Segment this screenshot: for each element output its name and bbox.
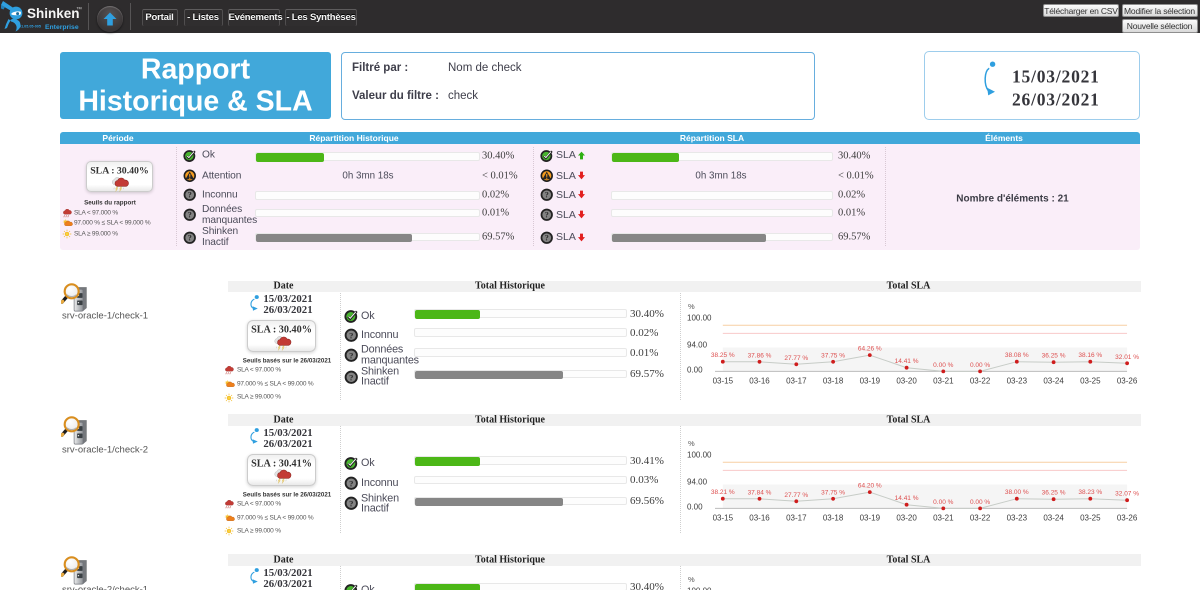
svg-text:03-15: 03-15 bbox=[713, 376, 734, 385]
svg-text:100.00: 100.00 bbox=[687, 313, 712, 322]
svg-text:37.84 %: 37.84 % bbox=[748, 489, 772, 496]
svg-text:?: ? bbox=[349, 372, 353, 382]
svg-text:03-22: 03-22 bbox=[970, 514, 991, 523]
svg-text:03-22: 03-22 bbox=[970, 376, 991, 385]
svg-text:?: ? bbox=[349, 478, 353, 488]
svg-text:%: % bbox=[688, 439, 695, 448]
svg-text:14.41 %: 14.41 % bbox=[895, 358, 919, 365]
svg-text:03-25: 03-25 bbox=[1080, 514, 1101, 523]
svg-text:03-24: 03-24 bbox=[1043, 514, 1064, 523]
svg-text:100.00: 100.00 bbox=[687, 587, 712, 590]
svg-text:?: ? bbox=[545, 233, 549, 242]
svg-text:03-17: 03-17 bbox=[786, 376, 807, 385]
svg-text:03-15: 03-15 bbox=[713, 514, 734, 523]
svg-text:38.23 %: 38.23 % bbox=[1078, 489, 1102, 496]
svg-text:03-26: 03-26 bbox=[1117, 514, 1138, 523]
svg-text:94.00: 94.00 bbox=[687, 340, 708, 349]
svg-text:32.01 %: 32.01 % bbox=[1115, 353, 1139, 360]
svg-text:32.07 %: 32.07 % bbox=[1115, 491, 1139, 498]
svg-text:03-23: 03-23 bbox=[1007, 376, 1028, 385]
svg-text:64.26 %: 64.26 % bbox=[858, 345, 882, 352]
svg-text:?: ? bbox=[188, 191, 192, 200]
svg-text:0.00 %: 0.00 % bbox=[933, 361, 953, 368]
svg-text:38.00 %: 38.00 % bbox=[1005, 489, 1029, 496]
svg-text:94.00: 94.00 bbox=[687, 478, 708, 487]
svg-text:03-26: 03-26 bbox=[1117, 376, 1138, 385]
svg-text:0.00 %: 0.00 % bbox=[970, 361, 990, 368]
svg-text:03-17: 03-17 bbox=[786, 514, 807, 523]
svg-text:?: ? bbox=[349, 330, 353, 340]
svg-text:36.25 %: 36.25 % bbox=[1042, 352, 1066, 359]
svg-text:03-19: 03-19 bbox=[860, 514, 881, 523]
svg-text:03-25: 03-25 bbox=[1080, 376, 1101, 385]
svg-text:27.77 %: 27.77 % bbox=[784, 492, 808, 499]
svg-text:36.25 %: 36.25 % bbox=[1042, 490, 1066, 497]
svg-text:38.08 %: 38.08 % bbox=[1005, 352, 1029, 359]
svg-text:03-16: 03-16 bbox=[749, 376, 770, 385]
svg-text:03-21: 03-21 bbox=[933, 514, 954, 523]
svg-text:37.86 %: 37.86 % bbox=[748, 352, 772, 359]
svg-text:?: ? bbox=[545, 210, 549, 219]
svg-text:03-20: 03-20 bbox=[896, 376, 917, 385]
svg-text:14.41 %: 14.41 % bbox=[895, 495, 919, 502]
svg-text:0.00 %: 0.00 % bbox=[933, 499, 953, 506]
svg-text:%: % bbox=[688, 575, 695, 584]
svg-text:38.16 %: 38.16 % bbox=[1078, 352, 1102, 359]
svg-text:27.77 %: 27.77 % bbox=[784, 354, 808, 361]
svg-text:03-21: 03-21 bbox=[933, 376, 954, 385]
svg-text:?: ? bbox=[349, 499, 353, 509]
svg-text:0.00: 0.00 bbox=[687, 503, 703, 512]
svg-text:37.75 %: 37.75 % bbox=[821, 489, 845, 496]
svg-text:38.25 %: 38.25 % bbox=[711, 352, 735, 359]
svg-text:03-19: 03-19 bbox=[860, 376, 881, 385]
svg-text:37.75 %: 37.75 % bbox=[821, 352, 845, 359]
svg-text:?: ? bbox=[188, 210, 192, 219]
svg-text:?: ? bbox=[545, 191, 549, 200]
svg-text:03-20: 03-20 bbox=[896, 514, 917, 523]
svg-text:03-23: 03-23 bbox=[1007, 514, 1028, 523]
svg-text:0.00 %: 0.00 % bbox=[970, 499, 990, 506]
svg-text:?: ? bbox=[349, 350, 353, 360]
svg-text:100.00: 100.00 bbox=[687, 451, 712, 460]
svg-text:03-18: 03-18 bbox=[823, 376, 844, 385]
svg-text:0.00: 0.00 bbox=[687, 365, 703, 374]
svg-text:38.21 %: 38.21 % bbox=[711, 489, 735, 496]
svg-text:03-24: 03-24 bbox=[1043, 376, 1064, 385]
svg-text:03-16: 03-16 bbox=[749, 514, 770, 523]
svg-text:%: % bbox=[688, 302, 695, 311]
svg-text:?: ? bbox=[188, 233, 192, 242]
svg-text:64.20 %: 64.20 % bbox=[858, 483, 882, 490]
svg-text:03-18: 03-18 bbox=[823, 514, 844, 523]
